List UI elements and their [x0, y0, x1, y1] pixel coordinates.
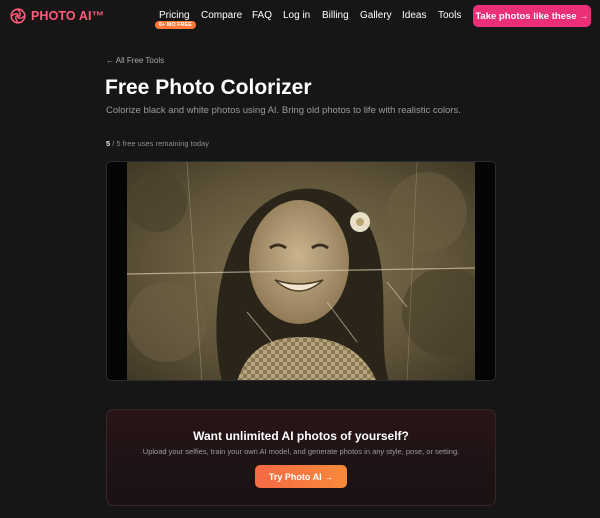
page-subtitle: Colorize black and white photos using AI…: [106, 105, 461, 116]
nav-link-login[interactable]: Log in: [283, 10, 310, 21]
nav-link-compare[interactable]: Compare: [201, 10, 242, 21]
top-nav: PHOTO AI™ Pricing Compare FAQ Log in Bil…: [0, 0, 600, 32]
vintage-photo-image: [127, 162, 475, 380]
promo-card: Want unlimited AI photos of yourself? Up…: [106, 409, 496, 506]
pricing-badge: 6+ MO FREE: [155, 21, 196, 29]
logo-swirl-icon: [10, 8, 26, 24]
try-photo-ai-button[interactable]: Try Photo AI →: [255, 465, 347, 488]
promo-description: Upload your selfies, train your own AI m…: [142, 447, 460, 456]
photo-preview: [106, 161, 496, 381]
uses-text: / 5 free uses remaining today: [110, 139, 209, 148]
logo[interactable]: PHOTO AI™: [10, 8, 104, 24]
nav-link-faq[interactable]: FAQ: [252, 10, 272, 21]
nav-link-ideas[interactable]: Ideas: [402, 10, 426, 21]
nav-link-billing[interactable]: Billing: [322, 10, 349, 21]
logo-text: PHOTO AI™: [31, 9, 105, 23]
take-photos-button[interactable]: Take photos like these →: [473, 5, 591, 27]
nav-link-gallery[interactable]: Gallery: [360, 10, 392, 21]
promo-title: Want unlimited AI photos of yourself?: [193, 429, 409, 443]
nav-link-tools[interactable]: Tools: [438, 10, 461, 21]
page-title: Free Photo Colorizer: [105, 76, 312, 99]
nav-link-pricing[interactable]: Pricing: [159, 10, 190, 21]
free-uses-counter: 5 / 5 free uses remaining today: [106, 139, 209, 148]
all-free-tools-link[interactable]: ← All Free Tools: [106, 56, 164, 65]
